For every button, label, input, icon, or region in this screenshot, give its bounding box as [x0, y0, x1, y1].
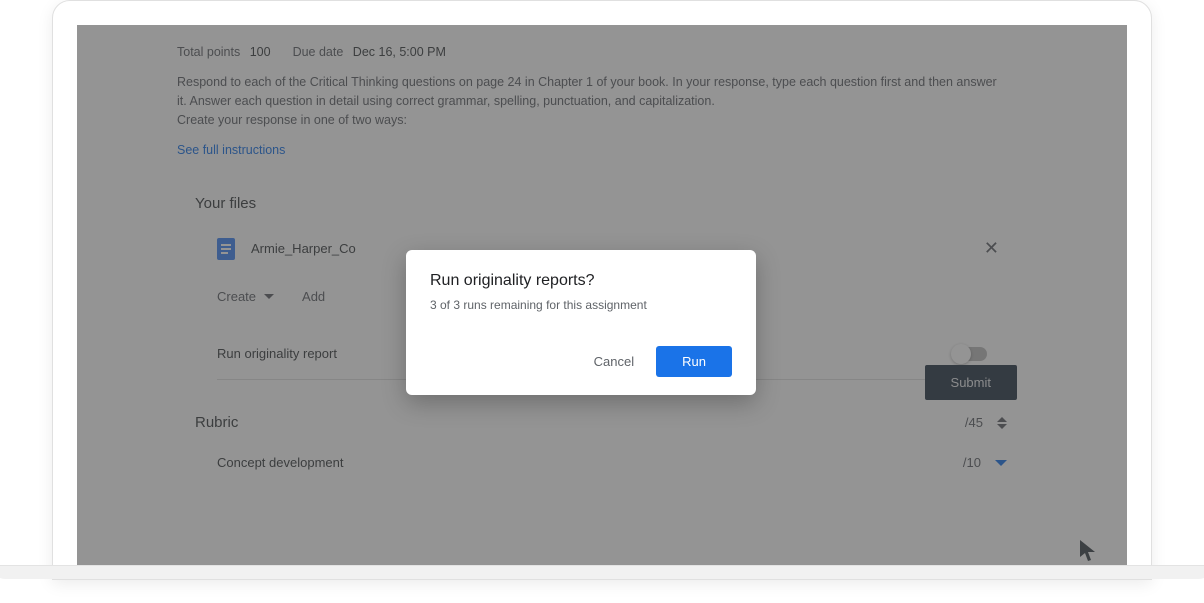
laptop-frame: Total points 100 Due date Dec 16, 5:00 P…	[52, 0, 1152, 580]
app-screen: Total points 100 Due date Dec 16, 5:00 P…	[77, 25, 1127, 565]
originality-dialog: Run originality reports? 3 of 3 runs rem…	[406, 250, 756, 395]
cancel-button[interactable]: Cancel	[580, 346, 648, 377]
laptop-base	[0, 565, 1204, 579]
dialog-subtitle: 3 of 3 runs remaining for this assignmen…	[430, 298, 732, 312]
dialog-actions: Cancel Run	[430, 346, 732, 377]
dialog-title: Run originality reports?	[430, 272, 732, 290]
run-button[interactable]: Run	[656, 346, 732, 377]
